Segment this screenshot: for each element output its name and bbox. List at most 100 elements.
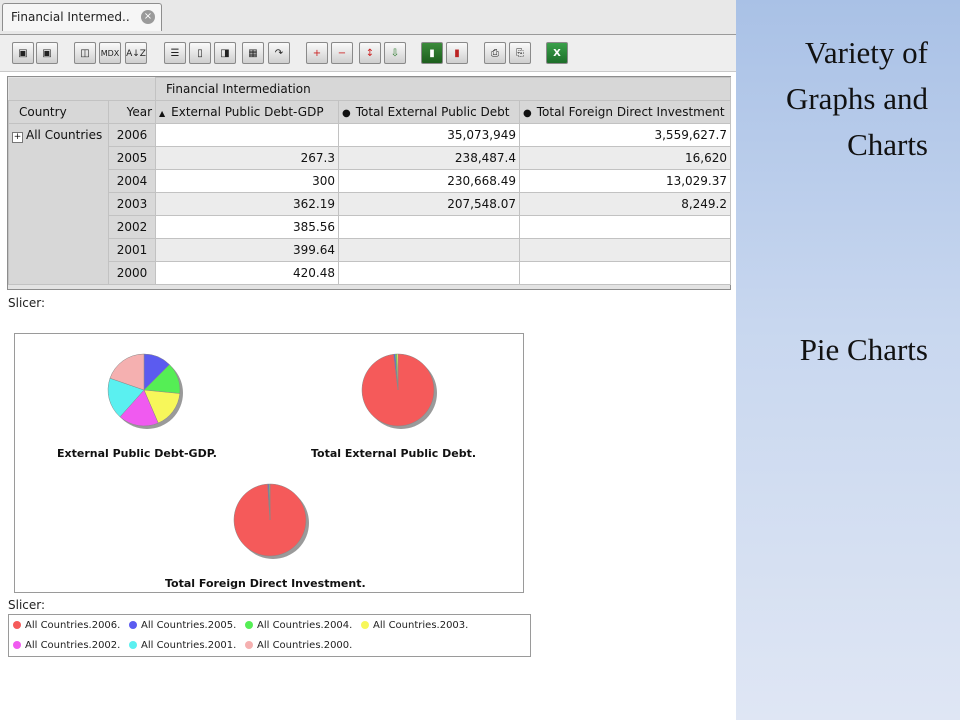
legend-item: All Countries.2002.	[13, 640, 120, 651]
legend-item: All Countries.2001.	[129, 640, 236, 651]
cell-total-debt: 207,548.07	[338, 192, 520, 216]
cell-fdi: 3,559,627.7	[518, 123, 732, 147]
legend-item: All Countries.2000.	[245, 640, 352, 651]
legend-swatch	[13, 621, 21, 629]
slide-side-panel: Variety of Graphs and Charts Pie Charts	[736, 0, 960, 720]
excel-export-icon[interactable]: X	[546, 42, 568, 64]
legend-label: All Countries.2002.	[25, 640, 121, 651]
pie-title-total-debt: Total External Public Debt.	[311, 447, 477, 460]
row-label: All Countries	[26, 128, 103, 142]
cell-debt-gdp: 300	[155, 169, 339, 193]
legend-label: All Countries.2003.	[373, 620, 469, 631]
cell-total-debt: 238,487.4	[338, 146, 520, 170]
mdx-button[interactable]: MDX	[99, 42, 121, 64]
tab-title: Financial Intermed..	[11, 10, 130, 24]
cell-total-debt	[338, 238, 520, 262]
legend-label: All Countries.2006.	[25, 620, 121, 631]
sort-dot-icon[interactable]: ●	[342, 108, 351, 119]
cell-debt-gdp: 399.64	[155, 238, 339, 262]
cell-fdi: 16,620	[518, 146, 732, 170]
group-header: Financial Intermediation	[154, 77, 732, 101]
column-header-total-external-public-debt[interactable]: ● Total External Public Debt	[338, 100, 520, 124]
column-label: Total Foreign Direct Investment	[536, 105, 725, 119]
cell-fdi	[518, 261, 732, 285]
year-cell: 2002	[108, 215, 156, 239]
cell-total-debt	[338, 215, 520, 239]
column-header-external-public-debt-gdp[interactable]: ▲ External Public Debt-GDP	[155, 100, 339, 124]
close-icon[interactable]: ×	[141, 10, 155, 24]
panel-title-line-1: Variety of	[804, 35, 928, 70]
legend-swatch	[129, 641, 137, 649]
cell-fdi	[518, 238, 732, 262]
swap-axes-icon[interactable]: ↷	[268, 42, 290, 64]
cell-fdi	[518, 215, 732, 239]
slicer-label-bottom: Slicer:	[8, 598, 46, 612]
pie-title-fdi: Total Foreign Direct Investment.	[165, 577, 366, 590]
year-cell: 2003	[108, 192, 156, 216]
legend-item: All Countries.2005.	[129, 620, 236, 631]
legend-swatch	[245, 621, 253, 629]
chart-config-icon[interactable]: ▮	[446, 42, 468, 64]
legend-item: All Countries.2006.	[13, 620, 120, 631]
cell-fdi: 13,029.37	[518, 169, 732, 193]
legend-label: All Countries.2001.	[141, 640, 237, 651]
column-header-country[interactable]: Country	[8, 100, 109, 124]
year-cell: 2001	[108, 238, 156, 262]
slicer-label-top: Slicer:	[8, 296, 46, 310]
cell-debt-gdp: 385.56	[155, 215, 339, 239]
cell-total-debt: 35,073,949	[338, 123, 520, 147]
print-icon[interactable]: ⎙	[484, 42, 506, 64]
cell-debt-gdp: 420.48	[155, 261, 339, 285]
sort-asc-icon[interactable]: ▲	[159, 109, 165, 118]
cell-debt-gdp: 362.19	[155, 192, 339, 216]
pie-charts-svg	[107, 353, 437, 559]
drill-through-icon[interactable]: ↕	[359, 42, 381, 64]
drill-down-icon[interactable]: +	[306, 42, 328, 64]
save-as-icon[interactable]: ▣	[36, 42, 58, 64]
sort-dot-icon[interactable]: ●	[523, 108, 532, 119]
columns-icon[interactable]: ▯	[189, 42, 211, 64]
panel-title-line-2: Graphs and	[785, 81, 928, 116]
year-cell: 2006	[108, 123, 156, 147]
column-label: External Public Debt-GDP	[171, 105, 324, 119]
cell-fdi: 8,249.2	[518, 192, 732, 216]
cell-total-debt: 230,668.49	[338, 169, 520, 193]
legend-item: All Countries.2003.	[361, 620, 468, 631]
pivot-table: Financial Intermediation Country Year ▲ E…	[7, 76, 732, 290]
year-cell: 2005	[108, 146, 156, 170]
expand-plus-icon[interactable]: +	[12, 132, 23, 143]
legend-label: All Countries.2000.	[257, 640, 353, 651]
tab-bar: Financial Intermed.. ×	[0, 0, 736, 35]
drill-up-icon[interactable]: −	[331, 42, 353, 64]
cell-total-debt	[338, 261, 520, 285]
chart-legend: All Countries.2006. All Countries.2005. …	[8, 614, 531, 657]
pie-title-debt-gdp: External Public Debt-GDP.	[57, 447, 217, 460]
print-preview-icon[interactable]: ⎘	[509, 42, 531, 64]
legend-label: All Countries.2005.	[141, 620, 237, 631]
year-cell: 2000	[108, 261, 156, 285]
layout-icon[interactable]: ◨	[214, 42, 236, 64]
legend-item: All Countries.2004.	[245, 620, 352, 631]
column-header-year[interactable]: Year	[108, 100, 156, 124]
save-icon[interactable]: ▣	[12, 42, 34, 64]
column-header-total-fdi[interactable]: ● Total Foreign Direct Investment	[518, 100, 732, 124]
bar-chart-icon[interactable]: ▮	[421, 42, 443, 64]
legend-swatch	[129, 621, 137, 629]
column-label: Total External Public Debt	[355, 105, 510, 119]
expand-icon[interactable]: ⇩	[384, 42, 406, 64]
row-header-all-countries[interactable]: + All Countries	[8, 123, 109, 285]
cube-icon[interactable]: ◫	[74, 42, 96, 64]
sort-icon[interactable]: A↓Z	[125, 42, 147, 64]
hierarchy-icon[interactable]: ☰	[164, 42, 186, 64]
cell-debt-gdp: 267.3	[155, 146, 339, 170]
panel-subtitle: Pie Charts	[799, 332, 928, 367]
pie-charts-panel: External Public Debt-GDP. Total External…	[14, 333, 524, 593]
cell-debt-gdp	[155, 123, 339, 147]
tab-financial-intermediation[interactable]: Financial Intermed.. ×	[2, 3, 162, 31]
toolbar: ▣ ▣ ◫ MDX A↓Z ☰ ▯ ◨ ▦ ↷ + − ↕ ⇩ ▮ ▮ ⎙ ⎘ …	[0, 35, 736, 72]
legend-swatch	[245, 641, 253, 649]
app-window: Financial Intermed.. × ▣ ▣ ◫ MDX A↓Z ☰ ▯…	[0, 0, 736, 720]
grid-icon[interactable]: ▦	[242, 42, 264, 64]
year-cell: 2004	[108, 169, 156, 193]
legend-swatch	[361, 621, 369, 629]
